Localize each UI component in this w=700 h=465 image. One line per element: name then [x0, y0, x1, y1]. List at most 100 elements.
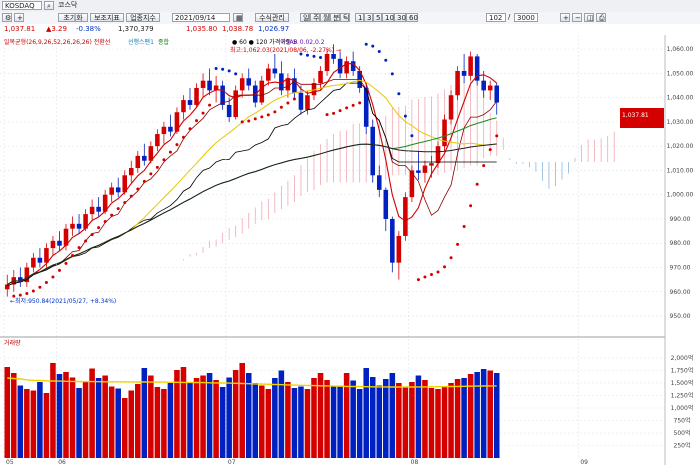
indicator-button[interactable]: 보조지표	[90, 13, 124, 22]
candle-body	[233, 90, 238, 118]
capture-icon[interactable]: ◫	[584, 13, 594, 22]
quote-change: ▲3.29	[46, 25, 67, 33]
volume-label: 거래량	[4, 339, 21, 347]
interval-10-button[interactable]: 10	[382, 13, 394, 22]
zoom-out-icon[interactable]: −	[572, 13, 582, 22]
volume-bar	[50, 363, 56, 458]
x-tick-label: 09	[580, 459, 588, 465]
volume-bar	[245, 373, 252, 458]
psar-dot	[416, 278, 420, 282]
period-tick-button[interactable]: 틱	[340, 13, 350, 22]
volume-tick-label: 2,000억	[671, 354, 694, 362]
psar-dot	[247, 119, 251, 123]
psar-dot	[260, 115, 264, 119]
psar-dot	[18, 293, 22, 297]
candle-body	[305, 95, 310, 110]
chart-area: 1,060.00 1,050.00 1,040.00 1,030.00 1,020.00…	[0, 35, 700, 465]
psar-dot	[443, 265, 447, 269]
volume-bar	[4, 367, 11, 458]
interval-3-button[interactable]: 3	[364, 13, 373, 22]
volume-bar	[187, 383, 193, 458]
volume-bar	[239, 363, 245, 458]
volume-bar	[135, 384, 141, 458]
calendar-icon[interactable]: ▦	[233, 13, 243, 22]
interval-60-button[interactable]: 60	[406, 13, 418, 22]
volume-bar	[474, 372, 480, 458]
legend-price-ma: 종합	[158, 38, 170, 46]
candle-body	[128, 168, 134, 176]
volume-bar	[441, 387, 448, 458]
zoom-in-icon[interactable]: +	[560, 13, 570, 22]
date-input[interactable]: 2021/09/14	[172, 13, 230, 22]
period-day-button[interactable]: 일	[300, 13, 310, 22]
volume-bar	[167, 383, 174, 458]
period-month-button[interactable]: 월	[320, 13, 330, 22]
psar-dot	[410, 134, 414, 138]
x-tick-label: 07	[228, 459, 236, 465]
formula-button[interactable]: 수식관리	[255, 13, 289, 22]
psar-dot	[129, 194, 133, 198]
add-icon[interactable]: +	[14, 13, 24, 22]
volume-bar	[95, 378, 102, 458]
search-icon[interactable]: ⌕	[44, 1, 54, 10]
price-tick-label: 1,030.00	[667, 119, 694, 126]
volume-tick-label: 1,750억	[671, 367, 694, 375]
quote-low: 1,026.97	[258, 25, 290, 33]
psar-dot	[319, 56, 323, 60]
interval-1-button[interactable]: 1	[355, 13, 364, 22]
psar-dot	[273, 110, 277, 114]
interval-30-button[interactable]: 30	[394, 13, 406, 22]
volume-bar	[259, 385, 265, 458]
count-input[interactable]: 102	[486, 13, 506, 22]
volume-bar	[17, 385, 24, 458]
candle-body	[142, 155, 147, 161]
price-tick-label: 1,010.00	[667, 167, 694, 174]
volume-bar	[291, 388, 298, 458]
volume-bar	[480, 369, 487, 458]
psar-dot	[358, 101, 362, 105]
psar-dot	[38, 285, 42, 289]
volume-bar	[461, 378, 467, 458]
period-minute-button[interactable]: 분	[330, 13, 340, 22]
volume-bar	[402, 386, 409, 458]
psar-dot	[201, 111, 205, 115]
volume-bar	[311, 378, 317, 458]
candle-body	[272, 68, 278, 74]
candle-body	[89, 206, 95, 215]
volume-tick-label: 750억	[674, 417, 691, 425]
candle-body	[168, 126, 173, 132]
settings-icon[interactable]: ⚙	[2, 13, 12, 22]
psar-dot	[266, 113, 270, 117]
volume-bar	[24, 389, 30, 458]
current-price-label: 1,037.81	[622, 112, 649, 119]
volume-bar	[148, 375, 154, 458]
candle-body	[481, 80, 486, 91]
candle-body	[50, 240, 56, 249]
psar-dot	[403, 114, 407, 118]
reset-button[interactable]: 초기화	[58, 13, 88, 22]
total-input[interactable]: 3000	[514, 13, 538, 22]
period-week-button[interactable]: 주	[310, 13, 320, 22]
candle-body	[442, 119, 447, 147]
psar-dot	[253, 117, 257, 121]
candle-body	[403, 197, 408, 236]
interval-5-button[interactable]: 5	[373, 13, 382, 22]
psar-dot	[475, 182, 479, 186]
candle-body	[207, 80, 212, 91]
candle-body	[448, 95, 454, 120]
price-tick-label: 950.00	[670, 313, 691, 320]
psar-dot	[325, 113, 329, 117]
volume-bar	[213, 380, 219, 458]
psar-dot	[332, 111, 336, 115]
candle-body	[266, 68, 271, 81]
sector-button[interactable]: 업종지수	[126, 13, 160, 22]
volume-bar	[278, 370, 285, 458]
print-icon[interactable]: ⎙	[596, 13, 606, 22]
psar-dot	[488, 148, 492, 152]
x-tick-label: 06	[58, 459, 66, 465]
psar-dot	[77, 246, 81, 250]
symbol-input[interactable]: KOSDAQ	[2, 1, 42, 10]
psar-dot	[377, 50, 381, 54]
candle-body	[298, 92, 304, 110]
volume-bar	[298, 386, 304, 458]
